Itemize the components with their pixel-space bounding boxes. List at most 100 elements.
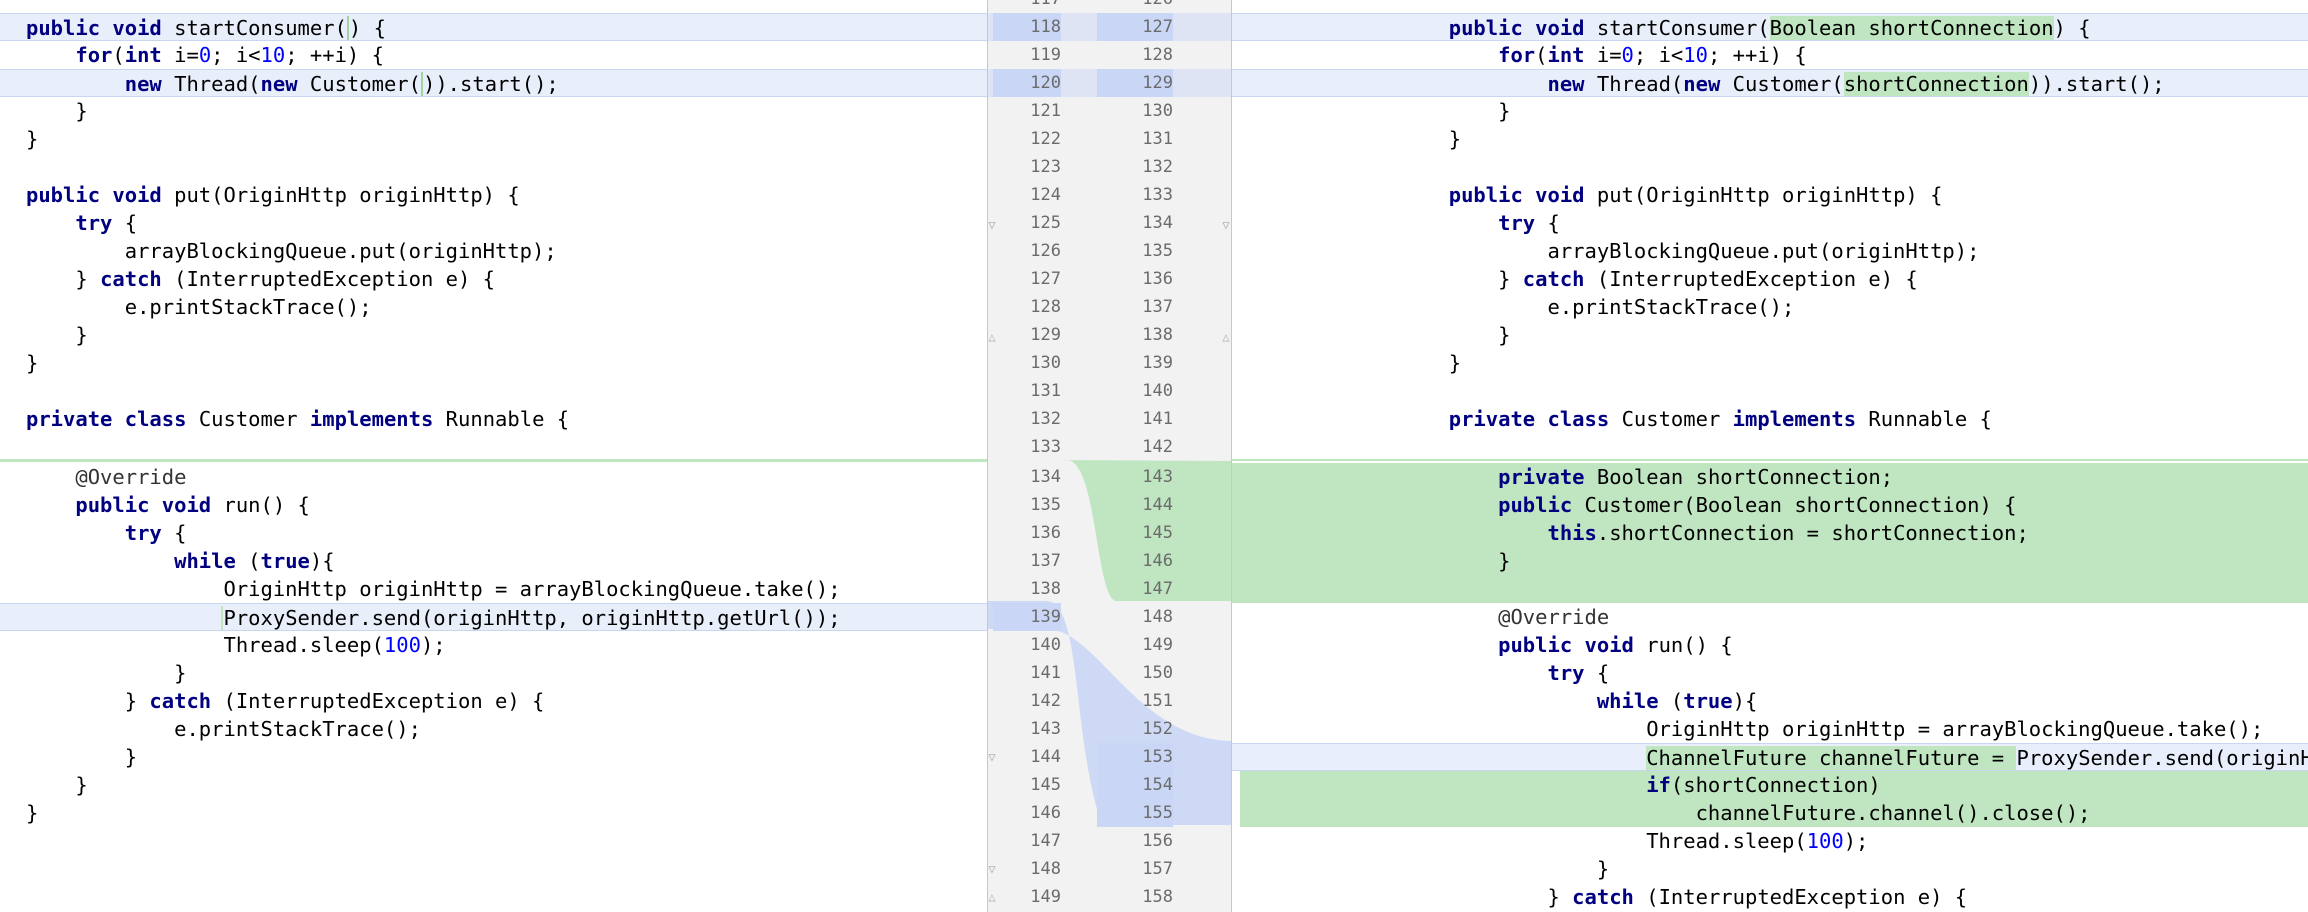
code-token: class xyxy=(124,407,199,431)
code-text: } xyxy=(26,801,38,825)
code-line[interactable]: new Thread(new Customer()).start(); xyxy=(0,69,987,97)
fold-up-icon[interactable]: △ xyxy=(987,891,998,903)
left-line-number: 132 xyxy=(1030,409,1061,429)
code-token: new xyxy=(260,72,310,96)
code-line[interactable]: try { xyxy=(1232,209,2308,237)
code-text: public void startConsumer(Boolean shortC… xyxy=(1350,16,2091,40)
code-line[interactable]: } catch (InterruptedException e) { xyxy=(1232,883,2308,911)
code-line[interactable]: public void startConsumer() { xyxy=(0,13,987,41)
code-line[interactable]: arrayBlockingQueue.put(originHttp); xyxy=(1232,237,2308,265)
code-line[interactable]: public void put(OriginHttp originHttp) { xyxy=(1232,181,2308,209)
code-token: 10 xyxy=(1683,43,1708,67)
code-token: 10 xyxy=(260,43,286,67)
code-token: e.printStackTrace(); xyxy=(1350,295,1795,319)
code-line[interactable]: } catch (InterruptedException e) { xyxy=(1232,265,2308,293)
left-line-number: 128 xyxy=(1030,297,1061,317)
code-line[interactable]: try { xyxy=(0,519,987,547)
code-line[interactable]: } xyxy=(0,97,987,125)
code-line[interactable]: } xyxy=(0,321,987,349)
code-line[interactable]: Thread.sleep(100); xyxy=(1232,827,2308,855)
code-token: this xyxy=(1547,521,1597,545)
code-line[interactable]: @Override xyxy=(0,463,987,491)
code-line[interactable]: ChannelFuture channelFuture = ProxySende… xyxy=(1232,743,2308,771)
code-line[interactable]: try { xyxy=(0,209,987,237)
code-line[interactable]: } xyxy=(0,349,987,377)
code-line[interactable]: @Override xyxy=(1232,603,2308,631)
code-token: e.printStackTrace(); xyxy=(26,717,421,741)
code-line[interactable]: arrayBlockingQueue.put(originHttp); xyxy=(0,237,987,265)
fold-down-icon[interactable]: ▽ xyxy=(987,863,998,875)
code-token: shortConnection xyxy=(1843,72,2029,96)
code-line[interactable]: public void startConsumer(Boolean shortC… xyxy=(1232,13,2308,41)
code-token: ProxySender.send(originHttp, originHttp.… xyxy=(2016,746,2308,770)
code-line[interactable]: while (true){ xyxy=(0,547,987,575)
code-line[interactable]: } xyxy=(0,125,987,153)
code-line[interactable]: public void put(OriginHttp originHttp) { xyxy=(0,181,987,209)
code-line[interactable]: } catch (InterruptedException e) { xyxy=(0,265,987,293)
fold-down-icon[interactable]: ▽ xyxy=(1220,219,1232,231)
code-line[interactable]: public void run() { xyxy=(0,491,987,519)
code-line[interactable]: for(int i=0; i<10; ++i) { xyxy=(0,41,987,69)
code-line[interactable]: channelFuture.channel().close(); xyxy=(1232,799,2308,827)
code-line[interactable]: private class Customer implements Runnab… xyxy=(1232,405,2308,433)
code-line[interactable]: if(shortConnection) xyxy=(1232,771,2308,799)
code-text: OriginHttp originHttp = arrayBlockingQue… xyxy=(26,577,840,601)
fold-down-icon[interactable]: ▽ xyxy=(987,219,998,231)
code-line[interactable]: } catch (InterruptedException e) { xyxy=(0,687,987,715)
code-token: } xyxy=(26,323,88,347)
code-line[interactable]: public void run() { xyxy=(1232,631,2308,659)
left-line-number: 140 xyxy=(1030,635,1061,655)
code-token: } xyxy=(1350,857,1610,881)
left-line-number: 141 xyxy=(1030,663,1061,683)
code-line[interactable]: } xyxy=(1232,97,2308,125)
code-line[interactable]: e.printStackTrace(); xyxy=(0,715,987,743)
code-line[interactable]: } xyxy=(0,799,987,827)
left-editor-pane[interactable]: public void startConsumer() { for(int i=… xyxy=(0,0,987,912)
right-editor-pane[interactable]: public void startConsumer(Boolean shortC… xyxy=(1232,0,2308,912)
code-line[interactable]: private Boolean shortConnection; xyxy=(1232,463,2308,491)
code-line[interactable]: public Customer(Boolean shortConnection)… xyxy=(1232,491,2308,519)
code-line[interactable]: } xyxy=(1232,125,2308,153)
code-line[interactable]: } xyxy=(0,659,987,687)
code-line[interactable]: Thread.sleep(100); xyxy=(0,631,987,659)
code-line[interactable]: } xyxy=(1232,855,2308,883)
code-line[interactable]: private class Customer implements Runnab… xyxy=(0,405,987,433)
code-token: public xyxy=(1498,633,1585,657)
code-line[interactable]: } xyxy=(1232,349,2308,377)
code-token: 100 xyxy=(1806,829,1844,853)
fold-down-icon[interactable]: ▽ xyxy=(987,751,998,763)
gutter-left-border xyxy=(987,0,988,912)
code-line[interactable]: new Thread(new Customer(shortConnection)… xyxy=(1232,69,2308,97)
code-line[interactable]: } xyxy=(1232,547,2308,575)
code-token: int xyxy=(1547,43,1597,67)
code-line[interactable] xyxy=(1232,575,2308,603)
left-line-number: 126 xyxy=(1030,241,1061,261)
code-line[interactable]: while (true){ xyxy=(1232,687,2308,715)
code-line[interactable]: this.shortConnection = shortConnection; xyxy=(1232,519,2308,547)
code-line[interactable]: e.printStackTrace(); xyxy=(0,293,987,321)
code-token: run() { xyxy=(1646,633,1733,657)
fold-up-icon[interactable]: △ xyxy=(987,331,998,343)
code-token: (shortConnection) xyxy=(1670,773,1881,797)
code-text: for(int i=0; i<10; ++i) { xyxy=(1350,43,1807,67)
code-line[interactable]: } xyxy=(1232,321,2308,349)
code-line[interactable]: OriginHttp originHttp = arrayBlockingQue… xyxy=(1232,715,2308,743)
code-token: Thread.sleep( xyxy=(1350,829,1807,853)
code-line[interactable]: OriginHttp originHttp = arrayBlockingQue… xyxy=(0,575,987,603)
code-line[interactable]: } xyxy=(0,771,987,799)
code-line[interactable]: ProxySender.send(originHttp, originHttp.… xyxy=(0,603,987,631)
fold-up-icon[interactable]: △ xyxy=(1220,331,1232,343)
code-text: try { xyxy=(1350,211,1560,235)
code-token: Thread( xyxy=(1596,72,1684,96)
code-text: } catch (InterruptedException e) { xyxy=(26,267,495,291)
right-line-number: 128 xyxy=(1142,45,1173,65)
code-line[interactable]: for(int i=0; i<10; ++i) { xyxy=(1232,41,2308,69)
code-line[interactable]: try { xyxy=(1232,659,2308,687)
left-line-number: 134 xyxy=(1030,467,1061,487)
code-line[interactable]: } xyxy=(0,743,987,771)
right-line-number: 135 xyxy=(1142,241,1173,261)
code-line[interactable]: e.printStackTrace(); xyxy=(1232,293,2308,321)
